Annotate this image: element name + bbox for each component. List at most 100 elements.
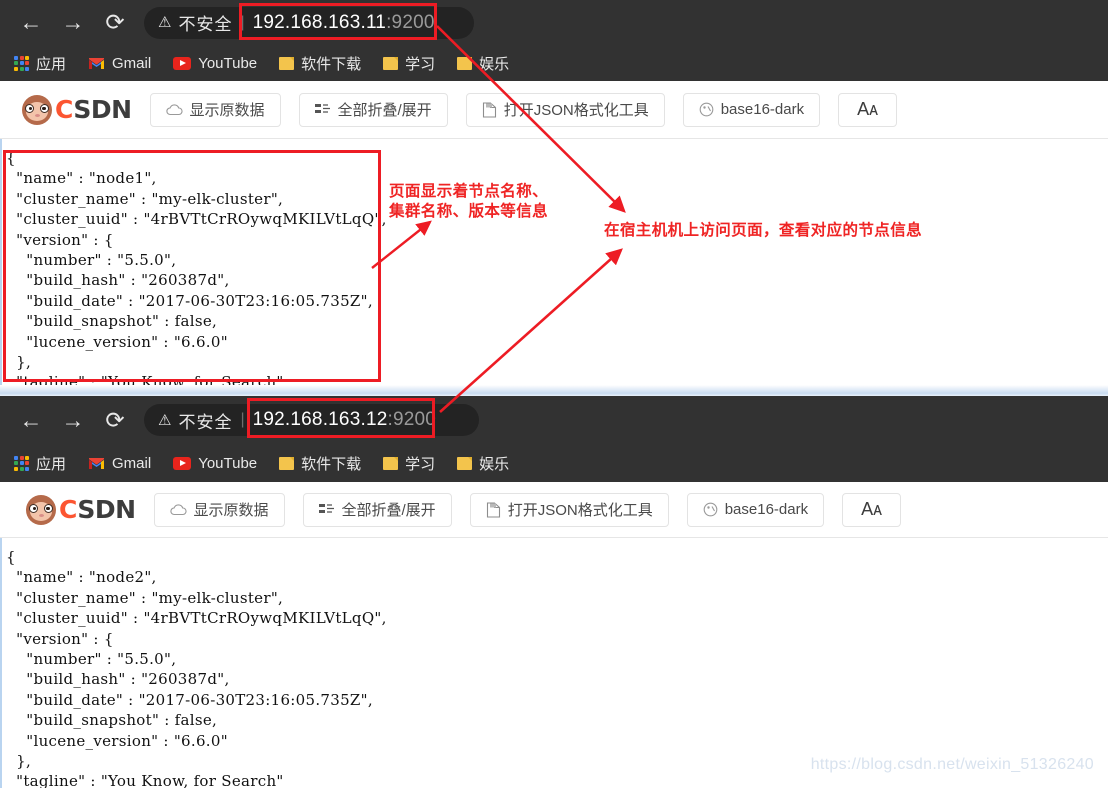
bookmark-folder-downloads[interactable]: 软件下载	[279, 53, 361, 74]
url-host: 192.168.163.11	[252, 11, 387, 33]
omnibox-divider: |	[240, 13, 245, 31]
csdn-logo-c: C	[59, 495, 78, 524]
button-label: 全部折叠/展开	[337, 102, 432, 119]
bookmark-label: 应用	[36, 55, 67, 73]
collapse-expand-button[interactable]: 全部折叠/展开	[298, 92, 448, 127]
palette-icon	[703, 502, 718, 517]
watermark-url: https://blog.csdn.net/weixin_51326240	[810, 756, 1094, 773]
font-size-icon: Aᴀ	[861, 499, 883, 519]
font-size-icon: Aᴀ	[857, 99, 879, 119]
security-label: 不安全	[178, 15, 233, 34]
csdn-wordmark: CSDN	[59, 495, 136, 524]
bookmark-folder-entertainment[interactable]: 娱乐	[457, 453, 509, 474]
apps-grid-icon	[14, 455, 29, 471]
bookmark-label: 学习	[405, 455, 436, 473]
back-icon[interactable]: ←	[10, 399, 52, 441]
annotation-host-visit: 在宿主机机上访问页面，查看对应的节点信息	[604, 221, 923, 239]
json-file-icon	[482, 101, 497, 118]
button-label: base16-dark	[720, 101, 805, 118]
reload-icon[interactable]: ⟳	[94, 2, 136, 44]
bookmark-label: 娱乐	[479, 455, 510, 473]
url-port: :9200	[386, 11, 435, 33]
annotation-page-info: 页面显示着节点名称、 集群名称、版本等信息	[389, 182, 549, 220]
collapse-expand-icon	[314, 103, 331, 116]
address-bar-top[interactable]: ⚠ 不安全 | 192.168.163.11:9200	[144, 6, 474, 39]
bookmark-apps[interactable]: 应用	[14, 53, 66, 74]
cloud-icon	[169, 503, 187, 516]
collapse-expand-button[interactable]: 全部折叠/展开	[302, 492, 452, 527]
forward-icon[interactable]: →	[52, 399, 94, 441]
bookmark-folder-study[interactable]: 学习	[383, 53, 435, 74]
bookmark-youtube[interactable]: YouTube	[173, 55, 257, 72]
bookmark-gmail[interactable]: Gmail	[88, 455, 151, 472]
button-label: base16-dark	[724, 501, 809, 518]
omnibox-divider: |	[240, 411, 245, 428]
bookmark-label: YouTube	[198, 454, 258, 472]
cloud-icon	[165, 103, 183, 116]
folder-icon	[457, 56, 473, 70]
bookmark-folder-study[interactable]: 学习	[383, 453, 435, 474]
bookmark-label: 应用	[36, 455, 67, 473]
csdn-monkey-icon	[26, 494, 56, 525]
json-viewer-toolbar-top: CSDN 显示原数据 全部折叠/展开 打开JSON格式化工具 base16-da…	[0, 81, 1108, 139]
bookmarks-bar-top: 应用 Gmail YouTube 软件下载 学习 娱乐	[0, 45, 1108, 81]
bookmark-apps[interactable]: 应用	[14, 453, 66, 474]
bookmark-label: 娱乐	[479, 55, 510, 73]
csdn-logo-sdn: SDN	[73, 95, 132, 124]
csdn-logo: CSDN	[26, 494, 136, 525]
csdn-logo: CSDN	[22, 94, 132, 125]
button-label: 打开JSON格式化工具	[507, 502, 653, 519]
folder-icon	[383, 456, 399, 470]
page-content-bottom: CSDN 显示原数据 全部折叠/展开 打开JSON格式化工具 base16-da…	[0, 482, 1108, 788]
bookmark-folder-downloads[interactable]: 软件下载	[279, 453, 361, 474]
bookmark-gmail[interactable]: Gmail	[88, 55, 151, 72]
font-size-button[interactable]: Aᴀ	[838, 92, 898, 127]
bookmark-label: YouTube	[198, 54, 258, 72]
folder-icon	[279, 56, 295, 70]
gmail-icon	[88, 57, 105, 70]
csdn-logo-sdn: SDN	[77, 495, 136, 524]
folder-icon	[279, 456, 295, 470]
open-json-formatter-button[interactable]: 打开JSON格式化工具	[465, 92, 665, 127]
csdn-wordmark: CSDN	[55, 95, 132, 124]
address-bar-url[interactable]: 192.168.163.11:9200	[253, 12, 435, 34]
bookmark-youtube[interactable]: YouTube	[173, 455, 257, 472]
theme-select-button[interactable]: base16-dark	[682, 92, 821, 127]
warning-triangle-icon: ⚠	[158, 411, 172, 429]
button-label: 全部折叠/展开	[341, 502, 436, 519]
browser-toolbar-top: ← → ⟳ ⚠ 不安全 | 192.168.163.11:9200	[0, 0, 1108, 45]
bookmarks-bar-bottom: 应用 Gmail YouTube 软件下载 学习 娱乐	[0, 444, 1108, 482]
json-content-top: { "name" : "node1", "cluster_name" : "my…	[0, 139, 1108, 412]
screenshot-root: ← → ⟳ ⚠ 不安全 | 192.168.163.11:9200 应用 Gma…	[0, 0, 1108, 788]
csdn-logo-c: C	[55, 95, 74, 124]
theme-select-button[interactable]: base16-dark	[686, 492, 825, 527]
folder-icon	[383, 56, 399, 70]
reload-icon[interactable]: ⟳	[94, 399, 136, 441]
url-port: :9200	[387, 409, 437, 430]
bookmark-label: 学习	[405, 55, 436, 73]
open-json-formatter-button[interactable]: 打开JSON格式化工具	[469, 492, 669, 527]
bookmark-folder-entertainment[interactable]: 娱乐	[457, 53, 509, 74]
show-raw-data-button[interactable]: 显示原数据	[153, 492, 285, 527]
csdn-monkey-icon	[22, 94, 52, 125]
browser-toolbar-bottom: ← → ⟳ ⚠ 不安全 | 192.168.163.12:9200	[0, 396, 1108, 444]
collapse-expand-icon	[318, 503, 335, 516]
button-label: 显示原数据	[193, 502, 269, 519]
bookmark-label: Gmail	[112, 54, 152, 72]
font-size-button[interactable]: Aᴀ	[842, 492, 902, 527]
warning-triangle-icon: ⚠	[158, 14, 172, 31]
bookmark-label: 软件下载	[301, 55, 362, 73]
show-raw-data-button[interactable]: 显示原数据	[149, 92, 281, 127]
button-label: 显示原数据	[189, 102, 265, 119]
back-icon[interactable]: ←	[10, 2, 52, 44]
address-bar-bottom[interactable]: ⚠ 不安全 | 192.168.163.12:9200	[144, 404, 479, 436]
forward-icon[interactable]: →	[52, 2, 94, 44]
json-file-icon	[486, 501, 501, 518]
bookmark-label: 软件下载	[301, 455, 362, 473]
address-bar-url[interactable]: 192.168.163.12:9200	[253, 409, 436, 431]
youtube-icon	[173, 56, 192, 70]
gmail-icon	[88, 457, 105, 470]
security-label: 不安全	[178, 412, 233, 432]
apps-grid-icon	[14, 55, 29, 71]
browser-window-bottom: ← → ⟳ ⚠ 不安全 | 192.168.163.12:9200 应用 Gma…	[0, 396, 1108, 788]
